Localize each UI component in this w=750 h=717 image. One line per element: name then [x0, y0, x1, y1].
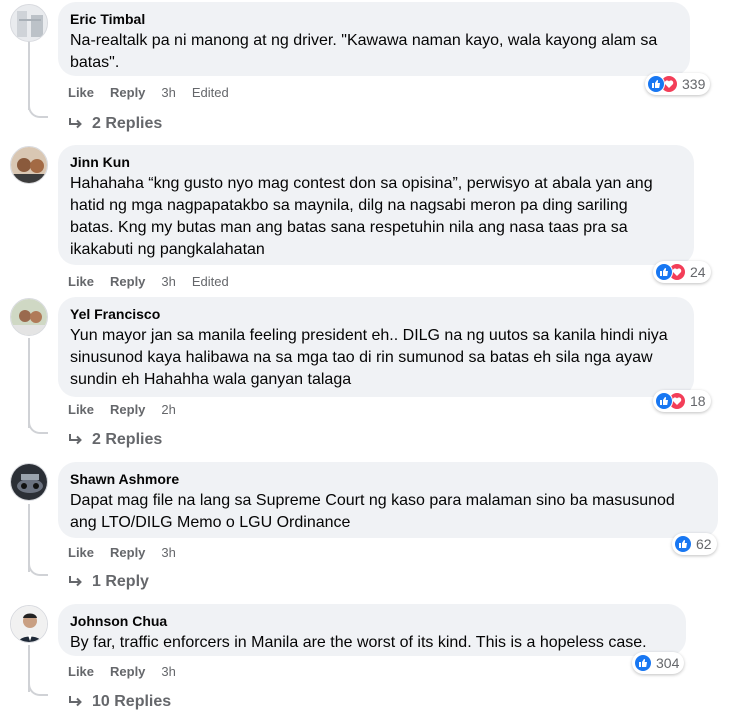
- view-replies-button[interactable]: 2 Replies: [68, 114, 162, 134]
- reaction-count: 304: [656, 655, 680, 671]
- timestamp[interactable]: 3h: [161, 274, 175, 290]
- reaction-count: 24: [690, 264, 706, 280]
- comment-author[interactable]: Eric Timbal: [70, 10, 678, 28]
- thread-line: [28, 338, 30, 428]
- comment-actions: Like Reply 3h Edited: [68, 85, 229, 101]
- reaction-count: 62: [696, 536, 712, 552]
- like-button[interactable]: Like: [68, 545, 94, 561]
- comment-bubble: Eric Timbal Na-realtalk pa ni manong at …: [58, 2, 690, 76]
- thumbs-up-icon: [674, 535, 692, 553]
- reply-arrow-icon: [69, 118, 82, 129]
- timestamp[interactable]: 3h: [161, 545, 175, 561]
- reaction-count: 18: [690, 393, 706, 409]
- thread-connector: [28, 420, 48, 434]
- thumbs-up-icon: [647, 75, 665, 93]
- reply-button[interactable]: Reply: [110, 85, 145, 101]
- timestamp[interactable]: 3h: [161, 664, 175, 680]
- like-button[interactable]: Like: [68, 85, 94, 101]
- avatar[interactable]: [10, 605, 48, 643]
- reaction-summary[interactable]: 62: [672, 533, 717, 555]
- comment-text: By far, traffic enforcers in Manila are …: [70, 634, 647, 651]
- comment-text: Na-realtalk pa ni manong at ng driver. "…: [70, 32, 658, 71]
- avatar[interactable]: [10, 298, 48, 336]
- reaction-summary[interactable]: 339: [645, 73, 711, 95]
- reaction-summary[interactable]: 304: [632, 652, 685, 674]
- thumbs-up-icon: [655, 263, 673, 281]
- comment-actions: Like Reply 3h Edited: [68, 274, 229, 290]
- reaction-summary[interactable]: 24: [653, 261, 711, 283]
- reply-button[interactable]: Reply: [110, 545, 145, 561]
- reaction-count: 339: [682, 76, 706, 92]
- reply-arrow-icon: [69, 576, 82, 587]
- reply-arrow-icon: [69, 696, 82, 707]
- view-replies-button[interactable]: 2 Replies: [68, 430, 162, 450]
- reply-button[interactable]: Reply: [110, 664, 145, 680]
- reply-button[interactable]: Reply: [110, 274, 145, 290]
- avatar[interactable]: [10, 146, 48, 184]
- reaction-summary[interactable]: 18: [653, 390, 711, 412]
- thread-connector: [28, 104, 48, 118]
- comment-author[interactable]: Shawn Ashmore: [70, 470, 706, 488]
- comment-bubble: Johnson Chua By far, traffic enforcers i…: [58, 604, 686, 656]
- comment-bubble: Jinn Kun Hahahaha “kng gusto nyo mag con…: [58, 145, 694, 265]
- reply-button[interactable]: Reply: [110, 402, 145, 418]
- comment-author[interactable]: Johnson Chua: [70, 612, 674, 630]
- thread-connector: [28, 562, 48, 576]
- avatar[interactable]: [10, 4, 48, 42]
- comment-author[interactable]: Yel Francisco: [70, 305, 682, 323]
- timestamp[interactable]: 2h: [161, 402, 175, 418]
- view-replies-button[interactable]: 10 Replies: [68, 692, 171, 712]
- comment-actions: Like Reply 3h: [68, 664, 176, 680]
- avatar[interactable]: [10, 463, 48, 501]
- like-button[interactable]: Like: [68, 402, 94, 418]
- timestamp[interactable]: 3h: [161, 85, 175, 101]
- comment-bubble: Yel Francisco Yun mayor jan sa manila fe…: [58, 297, 694, 397]
- thumbs-up-icon: [655, 392, 673, 410]
- comment-bubble: Shawn Ashmore Dapat mag file na lang sa …: [58, 462, 718, 538]
- comment-text: Hahahaha “kng gusto nyo mag contest don …: [70, 175, 653, 258]
- thread-line: [28, 40, 30, 110]
- thumbs-up-icon: [634, 654, 652, 672]
- like-button[interactable]: Like: [68, 664, 94, 680]
- comment-text: Dapat mag file na lang sa Supreme Court …: [70, 492, 675, 531]
- comment-actions: Like Reply 3h: [68, 545, 176, 561]
- comment-author[interactable]: Jinn Kun: [70, 153, 682, 171]
- edited-label[interactable]: Edited: [192, 274, 229, 290]
- like-button[interactable]: Like: [68, 274, 94, 290]
- edited-label[interactable]: Edited: [192, 85, 229, 101]
- thread-connector: [28, 682, 48, 696]
- reply-arrow-icon: [69, 434, 82, 445]
- view-replies-button[interactable]: 1 Reply: [68, 572, 149, 592]
- comment-actions: Like Reply 2h: [68, 402, 176, 418]
- comment-text: Yun mayor jan sa manila feeling presiden…: [70, 327, 668, 388]
